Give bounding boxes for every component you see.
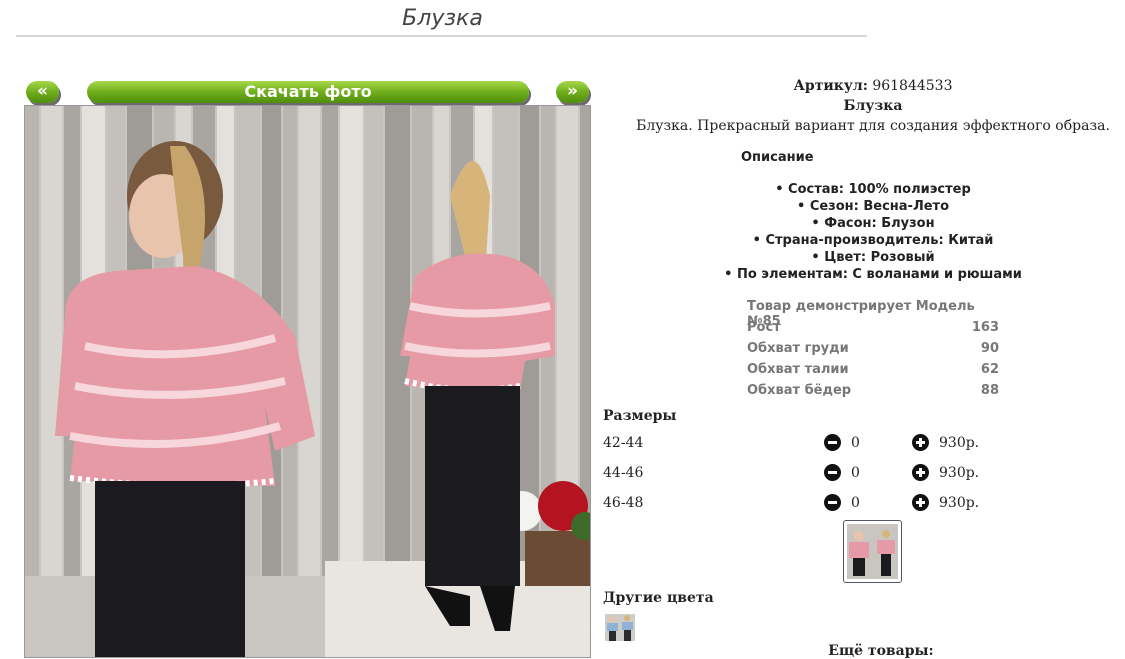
next-photo-button[interactable]: » (556, 81, 589, 103)
model-heading: Товар демонстрирует Модель №85 (747, 299, 975, 329)
minus-circle-icon[interactable] (824, 434, 841, 451)
attribute-item: Состав: 100% полиэстер (603, 181, 1125, 198)
sku-value: 961844533 (872, 78, 953, 94)
size-price: 930р. (939, 435, 980, 451)
size-price: 930р. (939, 465, 980, 481)
model-row: Обхват груди 90 (747, 341, 999, 362)
model-measurements: Товар демонстрирует Модель №85 Рост 163 О… (747, 299, 999, 404)
other-colors-heading: Другие цвета (603, 590, 714, 606)
attribute-item: Страна-производитель: Китай (603, 232, 1125, 249)
quantity-value: 0 (851, 495, 860, 511)
model-value: 88 (980, 383, 999, 398)
size-row: 44-46 0 930р. (603, 463, 1003, 485)
attribute-item: Цвет: Розовый (603, 249, 1125, 266)
attribute-item: По элементам: С воланами и рюшами (603, 266, 1125, 283)
prev-photo-button[interactable]: « (26, 81, 59, 103)
plus-circle-icon[interactable] (912, 464, 929, 481)
attribute-list: Состав: 100% полиэстер Сезон: Весна-Лето… (603, 181, 1125, 283)
minus-circle-icon[interactable] (824, 494, 841, 511)
size-label: 46-48 (603, 495, 644, 511)
sizes-heading: Размеры (603, 408, 677, 424)
sku-label: Артикул: (793, 78, 868, 94)
title-divider (16, 35, 867, 37)
model-value: 163 (971, 320, 999, 335)
size-row: 42-44 0 930р. (603, 433, 1003, 455)
model-row: Обхват талии 62 (747, 362, 999, 383)
product-photo (24, 105, 591, 658)
sku-line: Артикул: 961844533 (603, 78, 1125, 94)
minus-circle-icon[interactable] (824, 464, 841, 481)
attribute-item: Сезон: Весна-Лето (603, 198, 1125, 215)
attribute-item: Фасон: Блузон (603, 215, 1125, 232)
plus-circle-icon[interactable] (912, 434, 929, 451)
model-label: Рост (747, 320, 781, 335)
model-value: 90 (980, 341, 999, 356)
download-photo-button[interactable]: Скачать фото (87, 81, 529, 103)
plus-circle-icon[interactable] (912, 494, 929, 511)
model-row: Обхват бёдер 88 (747, 383, 999, 404)
size-label: 44-46 (603, 465, 644, 481)
quantity-value: 0 (851, 435, 860, 451)
more-products-heading: Ещё товары: (828, 643, 934, 659)
size-label: 42-44 (603, 435, 644, 451)
size-price: 930р. (939, 495, 980, 511)
size-row: 46-48 0 930р. (603, 493, 1003, 515)
page-title: Блузка (402, 6, 483, 31)
photo-thumbnail[interactable] (843, 520, 902, 583)
product-description: Блузка. Прекрасный вариант для создания … (636, 118, 1110, 134)
description-heading: Описание (741, 150, 814, 165)
other-color-thumbnail[interactable] (605, 614, 635, 641)
quantity-value: 0 (851, 465, 860, 481)
product-name: Блузка (843, 98, 903, 114)
model-label: Обхват бёдер (747, 383, 852, 398)
model-row: Рост 163 (747, 320, 999, 341)
model-label: Обхват талии (747, 362, 849, 377)
model-value: 62 (980, 362, 999, 377)
model-label: Обхват груди (747, 341, 849, 356)
